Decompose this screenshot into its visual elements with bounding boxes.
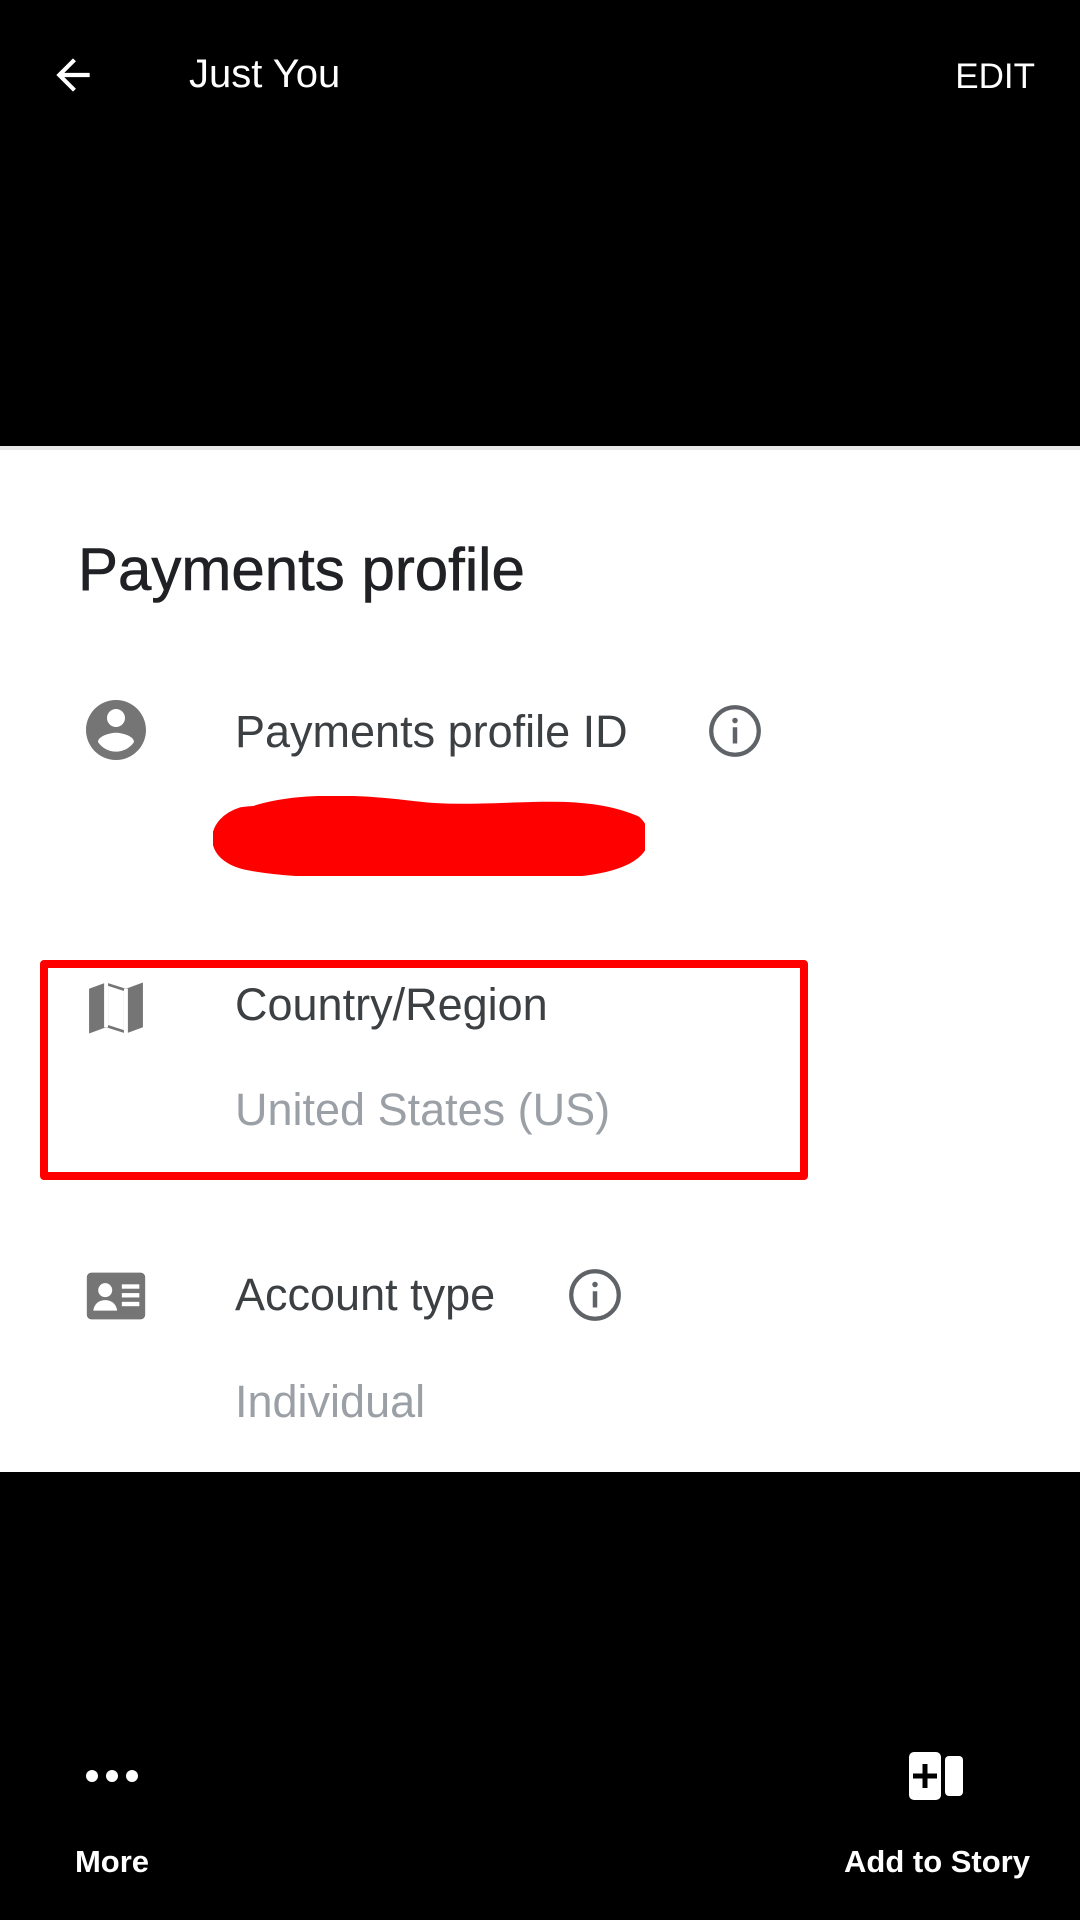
payments-profile-card: Payments profile Payments profile ID Cou… bbox=[0, 446, 1080, 1472]
highlight-annotation bbox=[40, 960, 808, 1180]
arrow-left-icon bbox=[56, 58, 90, 92]
add-to-story-button[interactable]: Add to Story bbox=[830, 1730, 1044, 1882]
info-icon[interactable] bbox=[705, 701, 765, 761]
more-horizontal-icon bbox=[82, 1730, 142, 1822]
payments-profile-id-label: Payments profile ID bbox=[235, 706, 628, 757]
top-bar: Just You EDIT bbox=[0, 0, 1080, 150]
edit-button[interactable]: EDIT bbox=[955, 54, 1035, 100]
account-type-value: Individual bbox=[235, 1376, 426, 1427]
more-button[interactable]: More bbox=[52, 1730, 172, 1882]
account-type-label: Account type bbox=[235, 1269, 496, 1320]
info-icon[interactable] bbox=[565, 1265, 625, 1325]
contact-card-icon bbox=[80, 1260, 152, 1332]
account-circle-icon bbox=[80, 694, 152, 766]
section-title: Payments profile bbox=[78, 536, 525, 604]
add-to-story-label: Add to Story bbox=[844, 1844, 1030, 1879]
add-to-story-icon bbox=[907, 1730, 967, 1822]
back-button[interactable] bbox=[38, 42, 108, 108]
redacted-profile-id bbox=[213, 796, 645, 876]
more-label: More bbox=[74, 1844, 150, 1879]
conversation-title: Just You bbox=[189, 52, 341, 96]
bottom-action-bar: More Add to Story bbox=[0, 1730, 1080, 1920]
